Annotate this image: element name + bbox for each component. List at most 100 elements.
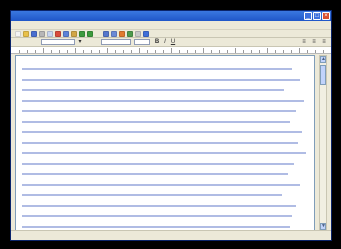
- vertical-scrollbar[interactable]: ▲ ▼: [319, 55, 327, 231]
- chart-icon[interactable]: [119, 31, 125, 37]
- ruler-tick: [163, 50, 164, 53]
- ruler-tick: [323, 50, 324, 53]
- text-line: [22, 141, 298, 144]
- minimize-icon: _: [306, 13, 310, 19]
- document-text[interactable]: [22, 62, 308, 226]
- formatting-toolbar: ▾ B I U ≡ ≡ ≡: [11, 38, 331, 47]
- text-line: [22, 183, 300, 186]
- copy-icon[interactable]: [63, 31, 69, 37]
- ruler-tick: [171, 48, 172, 53]
- ruler-tick: [227, 50, 228, 53]
- ruler-tick: [179, 50, 180, 53]
- ruler-tick: [243, 50, 244, 53]
- save-icon[interactable]: [31, 31, 37, 37]
- close-button[interactable]: ×: [322, 12, 330, 20]
- ruler-tick: [195, 50, 196, 53]
- bold-icon[interactable]: B: [154, 39, 160, 45]
- maximize-icon: □: [315, 13, 319, 19]
- minimize-button[interactable]: _: [304, 12, 312, 20]
- preview-icon[interactable]: [47, 31, 53, 37]
- text-line: [22, 215, 292, 217]
- text-line: [22, 89, 284, 91]
- ruler-tick: [27, 50, 28, 53]
- cut-icon[interactable]: [55, 31, 61, 37]
- style-dropdown[interactable]: [41, 39, 75, 45]
- align-left-icon[interactable]: ≡: [301, 39, 307, 45]
- ruler-tick: [283, 50, 284, 53]
- horizontal-ruler[interactable]: [11, 47, 331, 54]
- undo-icon[interactable]: [79, 31, 85, 37]
- ruler-tick: [67, 50, 68, 53]
- ruler-tick: [35, 50, 36, 53]
- document-area[interactable]: [15, 55, 315, 231]
- ruler-tick: [275, 50, 276, 53]
- title-bar[interactable]: _ □ ×: [11, 11, 331, 21]
- text-line: [22, 78, 300, 81]
- editor-window: _ □ × ▾ B I U ≡ ≡ ≡ ▲ ▼: [10, 10, 332, 241]
- ruler-tick: [267, 48, 268, 53]
- redo-icon[interactable]: [87, 31, 93, 37]
- table-icon[interactable]: [111, 31, 117, 37]
- zoom-icon[interactable]: [135, 31, 141, 37]
- ruler-tick: [155, 50, 156, 53]
- ruler-tick: [187, 50, 188, 53]
- ruler-tick: [203, 48, 204, 53]
- font-dropdown[interactable]: [101, 39, 131, 45]
- drawing-icon[interactable]: [127, 31, 133, 37]
- ruler-tick: [19, 50, 20, 53]
- ruler-tick: [259, 50, 260, 53]
- ruler-tick: [43, 48, 44, 53]
- standard-toolbar: [11, 29, 331, 38]
- scroll-up-icon[interactable]: ▲: [320, 56, 326, 63]
- paste-icon[interactable]: [71, 31, 77, 37]
- align-center-icon[interactable]: ≡: [311, 39, 317, 45]
- status-bar: [11, 230, 331, 240]
- help-icon[interactable]: [143, 31, 149, 37]
- ruler-tick: [219, 50, 220, 53]
- font-size-dropdown[interactable]: [134, 39, 150, 45]
- print-icon[interactable]: [39, 31, 45, 37]
- ruler-tick: [99, 50, 100, 53]
- ruler-tick: [299, 48, 300, 53]
- new-doc-icon[interactable]: [15, 31, 21, 37]
- ruler-tick: [91, 50, 92, 53]
- window-controls: _ □ ×: [304, 12, 330, 20]
- ruler-tick: [123, 50, 124, 53]
- ruler-tick: [75, 48, 76, 53]
- ruler-tick: [307, 50, 308, 53]
- text-line: [22, 99, 304, 102]
- ruler-tick: [291, 50, 292, 53]
- close-icon: ×: [324, 13, 328, 19]
- text-line: [22, 110, 296, 112]
- ruler-tick: [51, 50, 52, 53]
- ruler-tick: [83, 50, 84, 53]
- ruler-tick: [59, 50, 60, 53]
- ruler-tick: [115, 50, 116, 53]
- text-line: [22, 162, 294, 165]
- maximize-button[interactable]: □: [313, 12, 321, 20]
- text-line: [22, 68, 292, 70]
- ruler-tick: [131, 50, 132, 53]
- align-right-icon[interactable]: ≡: [321, 39, 327, 45]
- style-dropdown-arrow-icon[interactable]: ▾: [77, 39, 83, 45]
- ruler-tick: [235, 48, 236, 53]
- ruler-tick: [211, 50, 212, 53]
- menu-bar: [11, 21, 331, 29]
- text-line: [22, 225, 290, 228]
- text-line: [22, 120, 290, 123]
- ruler-tick: [107, 48, 108, 53]
- ruler-tick: [315, 50, 316, 53]
- text-line: [22, 152, 306, 154]
- ruler-tick: [251, 50, 252, 53]
- link-icon[interactable]: [103, 31, 109, 37]
- ruler-tick: [147, 50, 148, 53]
- underline-icon[interactable]: U: [170, 39, 176, 45]
- text-line: [22, 173, 288, 175]
- scroll-thumb[interactable]: [320, 65, 326, 85]
- scroll-down-icon[interactable]: ▼: [320, 223, 326, 230]
- open-icon[interactable]: [23, 31, 29, 37]
- italic-icon[interactable]: I: [162, 39, 168, 45]
- text-line: [22, 131, 302, 133]
- text-line: [22, 194, 282, 196]
- text-line: [22, 204, 296, 207]
